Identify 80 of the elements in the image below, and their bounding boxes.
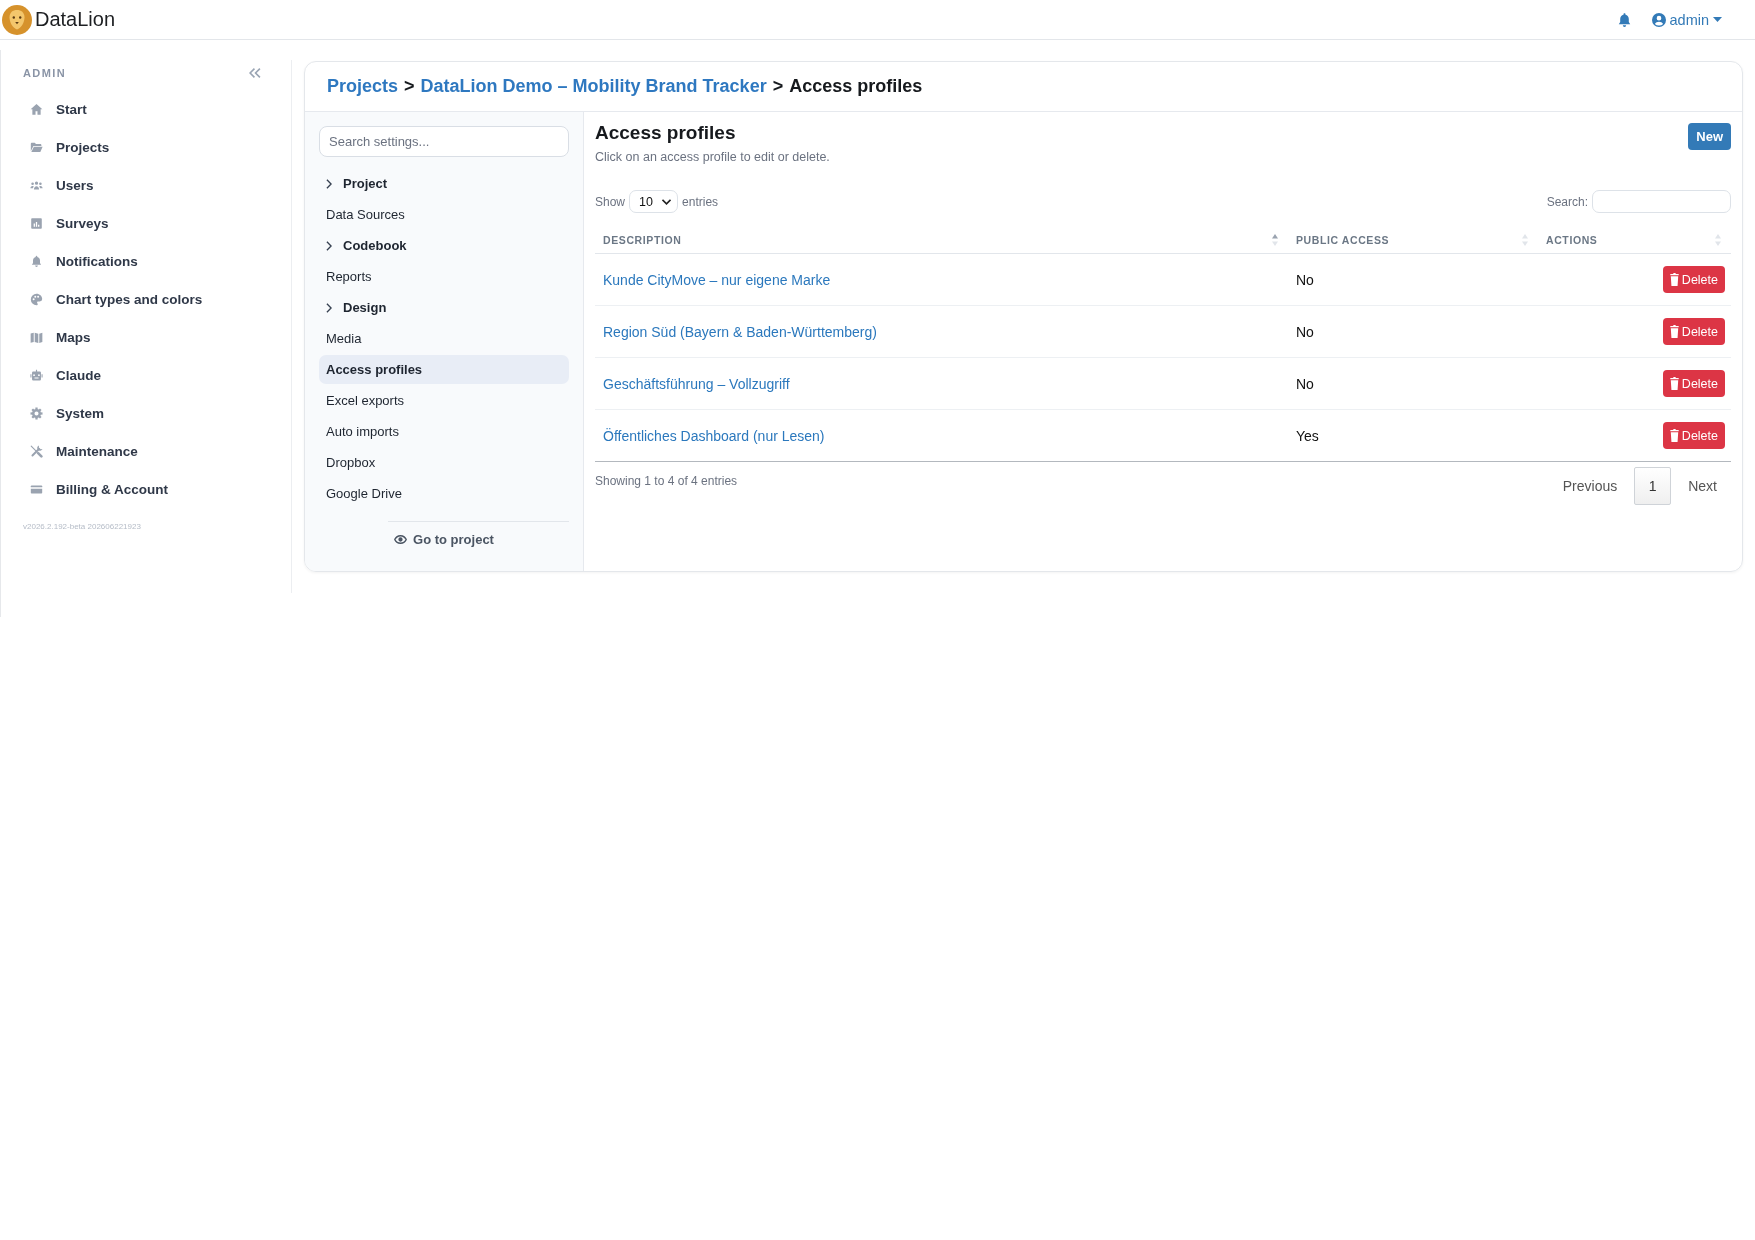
sidebar-item[interactable]: Notifications [1,242,291,280]
sidebar-item[interactable]: Billing & Account [1,470,291,508]
table-cell: No [1288,253,1538,306]
profile-link[interactable]: Region Süd (Bayern & Baden-Württemberg) [603,323,877,340]
go-to-project-link[interactable]: Go to project [394,532,494,547]
breadcrumb-link[interactable]: Projects [327,76,399,97]
section-title: ADMIN [23,67,67,79]
settings-nav-item[interactable]: Data Sources [319,200,569,229]
settings-nav-item[interactable]: Reports [319,262,569,291]
double-chevron-left-icon[interactable] [249,68,261,78]
page-button[interactable]: 1 [1634,467,1672,505]
page-description: Click on an access profile to edit or delete. [595,149,830,165]
caret-icon [1713,17,1722,22]
table-cell: No [1288,305,1538,358]
sidebar-item[interactable]: Users [1,166,291,204]
settings-nav-item[interactable]: Design [319,293,569,322]
bar-chart-icon [30,216,43,230]
table-info: Showing 1 to 4 of 4 entries [595,473,738,488]
previous-link[interactable]: Previous [1562,478,1635,494]
table-cell: No [1288,357,1538,410]
breadcrumb-separator: > [772,76,784,97]
table-search-field[interactable] [1592,190,1731,213]
new-button[interactable]: New [1688,123,1731,150]
home-icon [30,102,43,116]
sidebar-item[interactable]: Claude [1,356,291,394]
trash-icon [1669,273,1679,286]
map-icon [30,330,43,344]
settings-nav-item[interactable]: Google Drive [319,479,569,508]
search-label: Search: [1546,194,1588,209]
chevron-down-icon [662,198,672,205]
lion-logo-icon [2,4,32,35]
bell-icon[interactable] [1617,12,1631,27]
sidebar-item[interactable]: Start [1,90,291,128]
column-header[interactable]: ACTIONS [1538,226,1731,254]
settings-nav-item[interactable]: Codebook [319,231,569,260]
bell-icon [30,254,43,268]
table-cell: Yes [1288,409,1538,462]
next-link[interactable]: Next [1671,478,1731,494]
settings-nav-item[interactable]: Media [319,324,569,353]
sidebar-item[interactable]: Surveys [1,204,291,242]
profile-link[interactable]: Kunde CityMove – nur eigene Marke [603,271,831,288]
logo-text: DataLion [35,8,116,31]
trash-icon [1669,325,1679,338]
breadcrumb-link[interactable]: DataLion Demo – Mobility Brand Tracker [420,76,767,97]
column-header[interactable]: DESCRIPTION [595,226,1288,254]
delete-button[interactable]: Delete [1662,318,1725,345]
settings-nav-item[interactable]: Auto imports [319,417,569,446]
robot-icon [30,368,43,382]
version-text: v2026.2.192-beta 202606221923 [23,522,142,531]
show-label: Show [595,194,626,209]
breadcrumb-current: Access profiles [789,76,923,97]
trash-icon [1669,429,1679,442]
settings-nav-item[interactable]: Access profiles [319,355,569,384]
delete-button[interactable]: Delete [1662,422,1725,449]
breadcrumb-separator: > [404,76,415,97]
entries-label: entries [682,194,719,209]
settings-nav-item[interactable]: Excel exports [319,386,569,415]
page-length-select[interactable]: 10 [629,190,679,213]
trash-icon [1669,377,1679,390]
column-header[interactable]: PUBLIC ACCESS [1288,226,1538,254]
sidebar-item[interactable]: Projects [1,128,291,166]
profile-link[interactable]: Öffentliches Dashboard (nur Lesen) [603,427,825,444]
search-settings-field[interactable]: Search settings... [319,126,569,157]
sidebar-item[interactable]: System [1,394,291,432]
sidebar-item[interactable]: Maps [1,318,291,356]
page-title: Access profiles [595,122,737,144]
sidebar-item[interactable]: Chart types and colors [1,280,291,318]
user-menu-button[interactable]: admin [1651,11,1722,28]
credit-card-icon [30,482,43,496]
folder-icon [30,140,43,154]
palette-icon [30,292,43,306]
profile-link[interactable]: Geschäftsführung – Vollzugriff [603,375,790,392]
delete-button[interactable]: Delete [1662,370,1725,397]
delete-button[interactable]: Delete [1662,266,1725,293]
eye-icon [394,535,408,544]
sidebar-item[interactable]: Maintenance [1,432,291,470]
settings-nav-item[interactable]: Project [319,169,569,198]
wrench-and-screwdriver-icon [30,444,43,458]
settings-nav-item[interactable]: Dropbox [319,448,569,477]
gear-icon [30,406,43,420]
